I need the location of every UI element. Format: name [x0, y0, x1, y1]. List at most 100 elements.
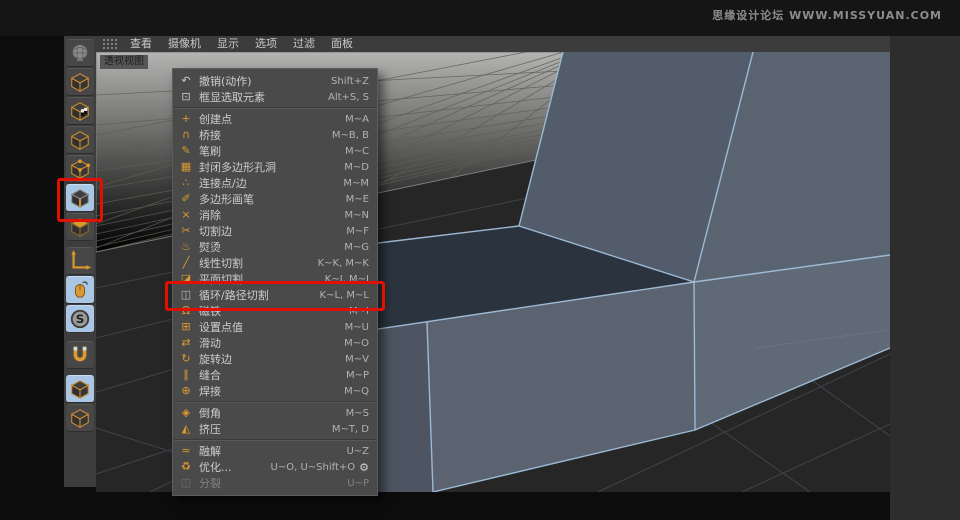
menubar-item-0[interactable]: 查看 — [122, 36, 160, 52]
menu-item-brush[interactable]: ✎笔刷M~C — [173, 143, 377, 159]
menu-separator — [174, 107, 376, 109]
axis-mode-tool[interactable] — [66, 247, 94, 275]
menu-item-shortcut: K~L, M~L — [320, 290, 369, 301]
menu-item-weld[interactable]: ⊕ 焊接 M~Q — [173, 383, 377, 399]
menu-item-shortcut: M~T, D — [332, 424, 369, 435]
menu-item-label: 分裂 — [199, 475, 339, 491]
bridge-icon: ∩ — [179, 128, 193, 142]
menu-item-shortcut: U~Z — [346, 446, 369, 457]
menu-item-label: 设置点值 — [199, 319, 337, 335]
viewport-view-label[interactable]: 透视视图 — [100, 55, 148, 69]
menu-item-cut-edge[interactable]: ✂切割边M~F — [173, 223, 377, 239]
menu-item-label: 笔刷 — [199, 143, 337, 159]
menu-item-label: 桥接 — [199, 127, 324, 143]
menu-item-set-point-value[interactable]: ⊞ 设置点值 M~U — [173, 319, 377, 335]
top-strip: 思缘设计论坛 WWW.MISSYUAN.COM — [0, 0, 960, 36]
mouse-tool[interactable] — [66, 276, 94, 304]
menu-item-bevel[interactable]: ◈倒角M~S — [173, 405, 377, 421]
model-mode-tool[interactable] — [66, 68, 94, 96]
menu-item-label: 撤销(动作) — [199, 73, 323, 89]
menu-item-shortcut: M~F — [346, 226, 369, 237]
context-menu: ↶撤销(动作)Shift+Z⊡框显选取元素Alt+S, S+创建点M~A∩桥接M… — [172, 68, 378, 496]
close-polygon-hole-icon: ▦ — [179, 160, 193, 174]
snap-tool[interactable]: S — [66, 305, 94, 333]
menu-separator — [174, 401, 376, 403]
split-icon: ◫ — [179, 476, 193, 490]
workplane-lock-tool[interactable] — [66, 375, 94, 403]
menu-item-label: 焊接 — [199, 383, 336, 399]
slide-icon: ⇄ — [179, 336, 193, 350]
texture-mode-tool[interactable] — [66, 97, 94, 125]
menu-item-undo[interactable]: ↶撤销(动作)Shift+Z — [173, 73, 377, 89]
menu-item-label: 倒角 — [199, 405, 338, 421]
workplane-ring-icon — [69, 407, 91, 429]
menu-item-dissolve[interactable]: ×消除M~N — [173, 207, 377, 223]
menu-item-polygon-pen[interactable]: ✐多边形画笔M~E — [173, 191, 377, 207]
menu-item-label: 封闭多边形孔洞 — [199, 159, 336, 175]
workplane-mode-tool[interactable] — [66, 126, 94, 154]
make-editable-tool[interactable] — [66, 39, 94, 67]
line-cut-icon: ╱ — [179, 256, 193, 270]
dissolve-icon: × — [179, 208, 193, 222]
set-point-value-icon: ⊞ — [179, 320, 193, 334]
polygon-pen-icon: ✐ — [179, 192, 193, 206]
menu-item-label: 消除 — [199, 207, 337, 223]
menu-item-shortcut: Alt+S, S — [328, 92, 369, 103]
grip-icon[interactable] — [102, 38, 118, 50]
melt-icon: ≈ — [179, 444, 193, 458]
menu-item-label: 融解 — [199, 443, 338, 459]
menu-item-split[interactable]: ◫ 分裂 U~P — [173, 475, 377, 491]
point-mode-tool[interactable] — [66, 155, 94, 183]
menu-item-close-polygon-hole[interactable]: ▦封闭多边形孔洞M~D — [173, 159, 377, 175]
loop-path-cut-icon: ◫ — [179, 288, 193, 302]
menu-item-label: 平面切割 — [199, 271, 317, 287]
polygon-mode-tool[interactable] — [66, 213, 94, 241]
tool-palette: S — [64, 36, 96, 487]
menu-item-label: 优化... — [199, 459, 263, 475]
menu-item-slide[interactable]: ⇄滑动M~O — [173, 335, 377, 351]
menu-item-shortcut: M~Q — [344, 386, 369, 397]
menu-item-label: 滑动 — [199, 335, 336, 351]
menu-item-label: 创建点 — [199, 111, 337, 127]
menu-item-label: 缝合 — [199, 367, 338, 383]
optimize-icon: ♻ — [179, 460, 193, 474]
menu-item-magnet[interactable]: Ω磁铁M~I — [173, 303, 377, 319]
menu-item-iron[interactable]: ♨熨烫M~G — [173, 239, 377, 255]
menu-item-frame-selected[interactable]: ⊡框显选取元素Alt+S, S — [173, 89, 377, 105]
object-left-face[interactable] — [378, 322, 433, 492]
polygon-edit-mode-tool[interactable] — [66, 184, 94, 212]
menu-item-optimize[interactable]: ♻ 优化... U~O, U~Shift+O⚙ — [173, 459, 377, 475]
menubar-item-4[interactable]: 过滤 — [285, 36, 323, 52]
menubar-item-3[interactable]: 选项 — [247, 36, 285, 52]
menu-item-plane-cut[interactable]: ◪平面切割K~J, M~J — [173, 271, 377, 287]
workplane-snap-tool[interactable] — [66, 404, 94, 432]
create-point-icon: + — [179, 112, 193, 126]
menu-item-extrude[interactable]: ◭挤压M~T, D — [173, 421, 377, 437]
menu-item-shortcut: U~O, U~Shift+O — [271, 462, 356, 473]
magnet-icon: Ω — [179, 304, 193, 318]
menu-item-create-point[interactable]: +创建点M~A — [173, 111, 377, 127]
settings-gear-icon[interactable]: ⚙ — [359, 461, 369, 474]
menu-item-rotate-edge[interactable]: ↻旋转边M~V — [173, 351, 377, 367]
menu-item-shortcut: U~P — [347, 478, 369, 489]
menubar-item-1[interactable]: 摄像机 — [160, 36, 209, 52]
model-mode-icon — [69, 71, 91, 93]
menu-item-connect-points[interactable]: ∴连接点/边M~M — [173, 175, 377, 191]
menubar-item-2[interactable]: 显示 — [209, 36, 247, 52]
menu-item-label: 挤压 — [199, 421, 324, 437]
menu-item-bridge[interactable]: ∩ 桥接 M~B, B — [173, 127, 377, 143]
c4d-window: 思缘设计论坛 WWW.MISSYUAN.COM 查看摄像机显示选项过滤面板 S — [0, 0, 960, 520]
menu-item-melt[interactable]: ≈ 融解 U~Z — [173, 443, 377, 459]
menubar-item-5[interactable]: 面板 — [323, 36, 361, 52]
menu-item-loop-path-cut[interactable]: ◫循环/路径切割K~L, M~L — [173, 287, 377, 303]
menu-item-shortcut: M~B, B — [332, 130, 369, 141]
magnet-snap-tool[interactable] — [66, 341, 94, 369]
iron-icon: ♨ — [179, 240, 193, 254]
mouse-icon — [69, 279, 91, 301]
menu-item-shortcut: M~C — [345, 146, 369, 157]
workplane-mode-icon — [69, 129, 91, 151]
menu-item-stitch[interactable]: ∥缝合M~P — [173, 367, 377, 383]
weld-icon: ⊕ — [179, 384, 193, 398]
menu-item-line-cut[interactable]: ╱线性切割K~K, M~K — [173, 255, 377, 271]
menu-item-shortcut: M~U — [345, 322, 369, 333]
